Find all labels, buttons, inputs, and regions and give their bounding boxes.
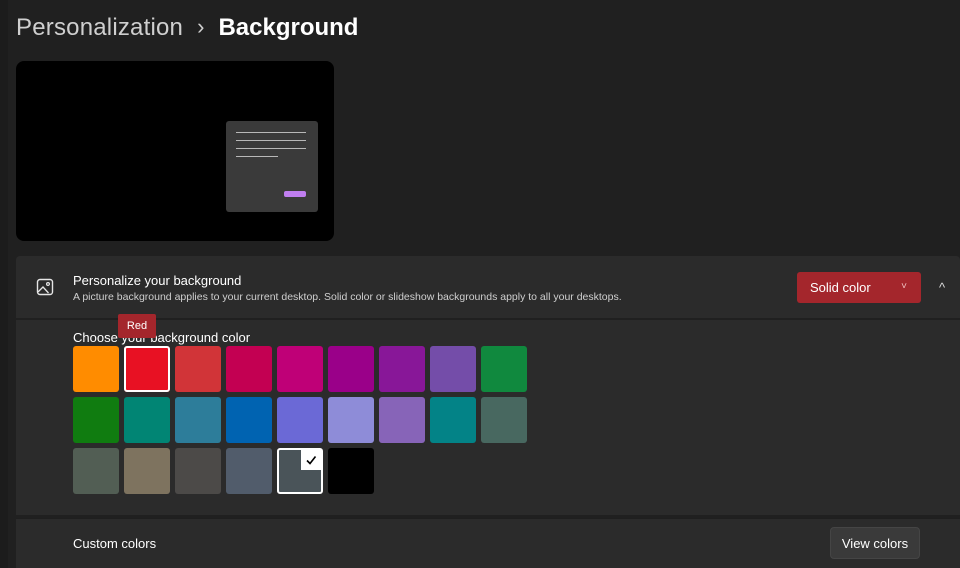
color-swatch[interactable]: [277, 346, 323, 392]
collapse-chevron-up-icon[interactable]: ^: [931, 272, 953, 302]
color-swatch[interactable]: [379, 346, 425, 392]
color-swatch[interactable]: [328, 448, 374, 494]
card-title: Personalize your background: [73, 273, 242, 288]
choose-color-label: Choose your background color: [73, 330, 251, 345]
color-swatch[interactable]: [124, 346, 170, 392]
color-swatch[interactable]: [73, 448, 119, 494]
color-swatch[interactable]: [379, 397, 425, 443]
desktop-preview: [16, 61, 334, 241]
color-swatch[interactable]: [328, 397, 374, 443]
view-colors-button[interactable]: View colors: [830, 527, 920, 559]
personalize-background-card[interactable]: Personalize your background A picture ba…: [16, 256, 960, 318]
color-swatch[interactable]: [277, 448, 323, 494]
color-swatch[interactable]: [277, 397, 323, 443]
preview-window: [226, 121, 318, 212]
card-subtitle: A picture background applies to your cur…: [73, 291, 622, 303]
color-swatch[interactable]: [481, 346, 527, 392]
color-swatch[interactable]: [73, 346, 119, 392]
breadcrumb-separator: ›: [197, 14, 205, 39]
preview-line: [236, 156, 278, 157]
background-type-dropdown[interactable]: Solid color ˅: [797, 272, 921, 303]
color-swatch[interactable]: [124, 448, 170, 494]
color-swatch[interactable]: [175, 346, 221, 392]
color-swatch[interactable]: [73, 397, 119, 443]
image-icon: [36, 278, 54, 296]
dropdown-value: Solid color: [810, 280, 871, 295]
preview-line: [236, 140, 306, 141]
custom-colors-row: Custom colors View colors: [16, 518, 960, 568]
settings-window: Personalization › Background Personalize…: [0, 0, 960, 568]
preview-line: [236, 148, 306, 149]
color-picker-panel: Choose your background color: [16, 320, 960, 515]
color-swatch[interactable]: [430, 397, 476, 443]
color-swatch[interactable]: [226, 448, 272, 494]
color-swatch[interactable]: [481, 397, 527, 443]
color-swatch[interactable]: [175, 448, 221, 494]
checkmark-icon: [301, 450, 321, 470]
color-swatch[interactable]: [175, 397, 221, 443]
color-swatch[interactable]: [226, 346, 272, 392]
color-tooltip: Red: [118, 314, 156, 338]
breadcrumb: Personalization › Background: [16, 14, 358, 42]
custom-colors-label: Custom colors: [73, 536, 157, 551]
color-swatch[interactable]: [328, 346, 374, 392]
preview-accent-button: [284, 191, 306, 197]
chevron-down-icon: ˅: [901, 281, 907, 292]
color-swatch[interactable]: [124, 397, 170, 443]
page-title: Background: [218, 14, 359, 41]
breadcrumb-personalization[interactable]: Personalization: [16, 14, 183, 42]
nav-edge: [0, 0, 8, 568]
color-swatch[interactable]: [430, 346, 476, 392]
color-swatch[interactable]: [226, 397, 272, 443]
preview-line: [236, 132, 306, 133]
